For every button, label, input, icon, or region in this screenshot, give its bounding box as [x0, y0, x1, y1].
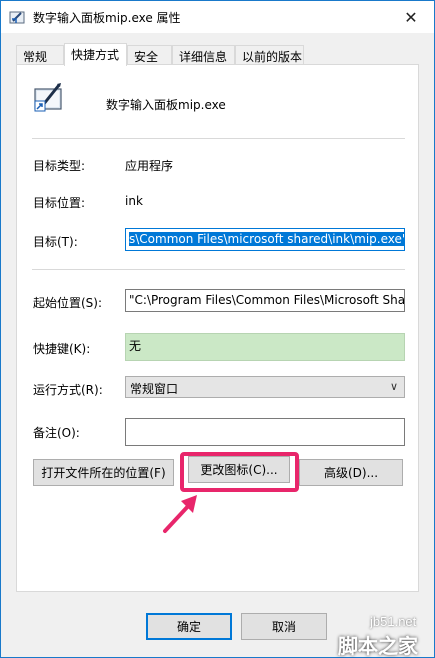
start-in-input[interactable]: "C:\Program Files\Common Files\Microsoft…	[125, 289, 405, 312]
comment-label: 备注(O):	[33, 426, 80, 440]
chevron-down-icon: ∨	[389, 380, 398, 393]
separator	[32, 138, 405, 139]
target-location-label: 目标位置:	[33, 196, 86, 210]
pointer-arrow-icon	[163, 495, 197, 533]
target-label: 目标(T):	[33, 235, 78, 249]
tab-shortcut[interactable]: 快捷方式	[64, 43, 127, 66]
open-file-location-button[interactable]: 打开文件所在的位置(F)	[33, 459, 174, 486]
shortcut-name: 数字输入面板mip.exe	[106, 98, 226, 112]
tab-previous-versions[interactable]: 以前的版本	[235, 45, 304, 65]
cancel-button[interactable]: 取消	[241, 613, 327, 640]
target-input-text: s\Common Files\microsoft shared\ink\mip.…	[129, 232, 404, 246]
separator	[32, 269, 405, 270]
title-bar[interactable]: 数字输入面板mip.exe 属性 ✕	[1, 1, 434, 33]
shortcut-panel: 数字输入面板mip.exe 目标类型: 应用程序 目标位置: ink 目标(T)…	[16, 64, 419, 592]
run-select-value: 常规窗口	[130, 382, 179, 396]
close-icon[interactable]: ✕	[388, 1, 434, 33]
change-icon-highlight-box	[180, 452, 299, 492]
run-label: 运行方式(R):	[33, 383, 103, 397]
large-shortcut-icon	[33, 81, 65, 113]
ok-button[interactable]: 确定	[146, 613, 232, 640]
shortcut-app-icon	[9, 9, 25, 25]
properties-window: 数字输入面板mip.exe 属性 ✕ 常规 快捷方式 安全 详细信息 以前的版本…	[0, 0, 435, 658]
comment-input[interactable]	[125, 418, 405, 446]
watermark-site: jb51.net	[370, 614, 417, 629]
start-in-label: 起始位置(S):	[33, 296, 103, 310]
target-input[interactable]: s\Common Files\microsoft shared\ink\mip.…	[125, 228, 405, 251]
watermark-name: 脚本之家	[338, 634, 418, 658]
target-type-value: 应用程序	[125, 159, 174, 173]
advanced-button[interactable]: 高级(D)...	[299, 459, 403, 486]
tab-general[interactable]: 常规	[16, 45, 64, 65]
target-location-value: ink	[125, 194, 143, 208]
tab-security[interactable]: 安全	[127, 45, 172, 65]
target-type-label: 目标类型:	[33, 159, 86, 173]
hotkey-input[interactable]: 无	[125, 333, 405, 361]
tab-details[interactable]: 详细信息	[172, 45, 235, 65]
run-select[interactable]: 常规窗口 ∨	[125, 376, 405, 398]
hotkey-label: 快捷键(K):	[33, 342, 91, 356]
window-title: 数字输入面板mip.exe 属性	[33, 11, 181, 25]
